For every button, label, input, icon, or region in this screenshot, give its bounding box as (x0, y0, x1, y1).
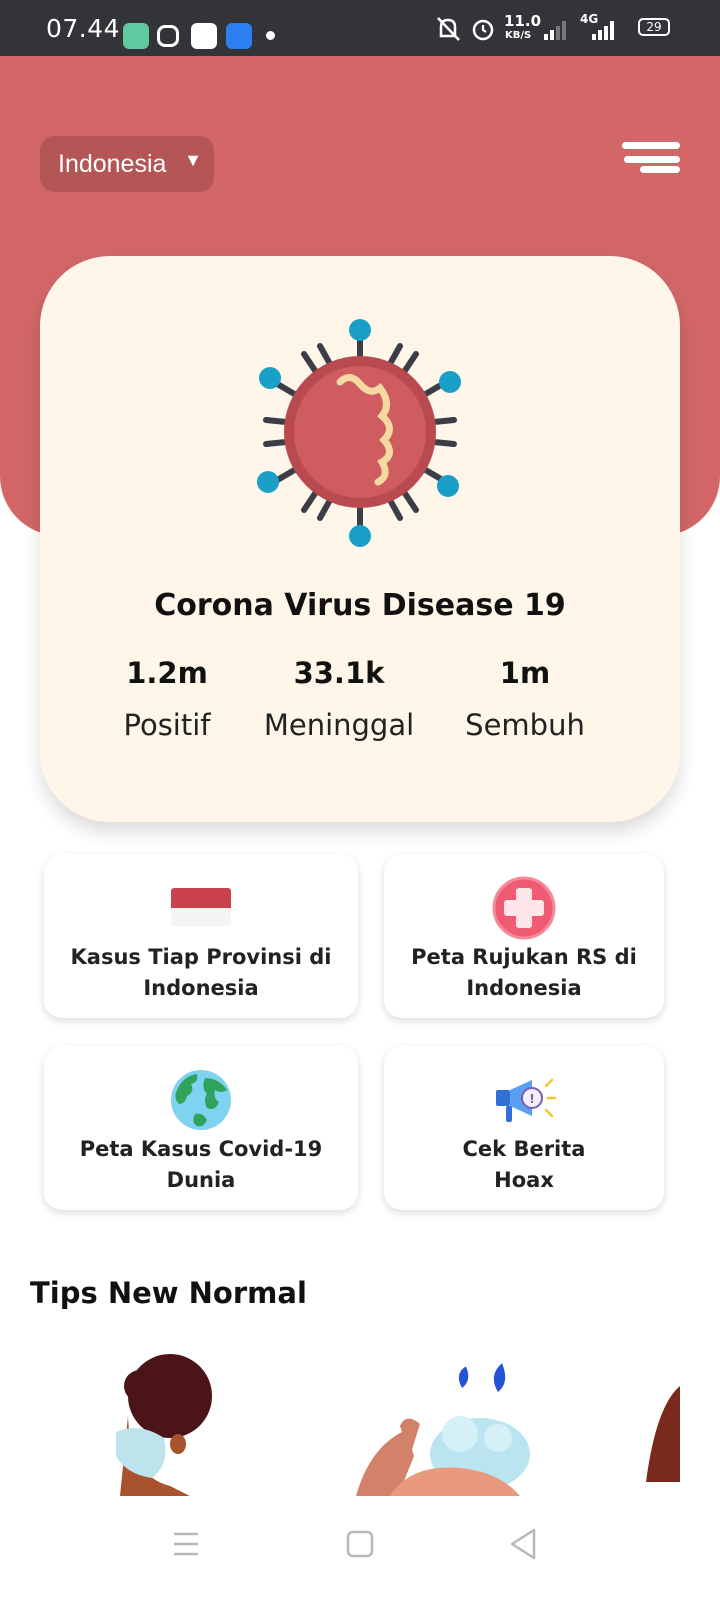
stat-positive-label: Positif (123, 708, 211, 742)
card-title: Corona Virus Disease 19 (154, 588, 566, 623)
tile-line-1: Peta Rujukan RS di (411, 945, 637, 969)
medical-cross-icon (492, 876, 556, 940)
stat-deaths-value: 33.1k (293, 656, 385, 690)
megaphone-icon: ! (496, 1078, 556, 1122)
tile-line-2: Indonesia (143, 976, 259, 1000)
alarm-icon (472, 19, 494, 41)
tile-world-map[interactable]: Peta Kasus Covid-19 Dunia (44, 1046, 358, 1210)
globe-icon (171, 1070, 231, 1130)
tile-hospital-map[interactable]: Peta Rujukan RS di Indonesia (384, 854, 664, 1018)
recent-apps-icon[interactable] (166, 1524, 206, 1564)
tile-line-1: Peta Kasus Covid-19 (79, 1137, 323, 1161)
next-tip-illustration-icon[interactable] (646, 1346, 686, 1496)
battery-level: 29 (646, 20, 662, 34)
tile-line-1: Cek Berita (462, 1137, 586, 1161)
tile-line-1: Kasus Tiap Provinsi di (70, 945, 332, 969)
menu-line-middle (624, 156, 680, 163)
app-notification-icon (191, 23, 217, 49)
mute-icon (437, 17, 460, 41)
stat-positive: 1.2m Positif (102, 656, 232, 742)
tile-line-2: Indonesia (466, 976, 582, 1000)
svg-text:!: ! (529, 1092, 534, 1106)
android-icon (226, 23, 252, 49)
more-notifications-dot-icon (266, 31, 275, 40)
summary-card: Corona Virus Disease 19 1.2m Positif 33.… (40, 256, 680, 822)
tile-world-map-label: Peta Kasus Covid-19 Dunia (44, 1134, 358, 1196)
net-speed-value: 11.0 (504, 12, 542, 30)
tile-line-2: Dunia (166, 1168, 236, 1192)
status-indicators: 11.0 KB/S 4G 29 (430, 12, 720, 44)
tile-hospital-map-label: Peta Rujukan RS di Indonesia (384, 942, 664, 1004)
stat-recovered-value: 1m (499, 656, 551, 690)
chevron-down-icon: ▼ (184, 150, 202, 170)
tile-province-cases[interactable]: Kasus Tiap Provinsi di Indonesia (44, 854, 358, 1018)
battery-icon: 29 (638, 18, 670, 36)
system-nav-bar (0, 1496, 720, 1600)
signal-1-icon (544, 21, 566, 40)
instagram-icon (157, 25, 179, 47)
country-select[interactable]: Indonesia ▼ (40, 136, 214, 192)
tile-line-2: Hoax (494, 1168, 554, 1192)
tips-section-title: Tips New Normal (30, 1276, 307, 1310)
status-time: 07.44 (46, 14, 121, 43)
indonesia-flag-icon (171, 888, 231, 926)
virus-illustration-icon (257, 319, 461, 547)
gallery-app-icon (123, 23, 149, 49)
tile-hoax-check[interactable]: ! Cek Berita Hoax (384, 1046, 664, 1210)
stat-deaths-label: Meninggal (263, 708, 415, 742)
stat-recovered-label: Sembuh (465, 708, 585, 742)
status-bar: 07.44 11.0 KB/S 4G 29 (0, 0, 720, 56)
tips-carousel[interactable] (0, 1346, 720, 1496)
menu-line-bottom (640, 166, 680, 173)
menu-button[interactable] (618, 142, 680, 182)
mask-person-illustration-icon[interactable] (100, 1346, 230, 1496)
menu-line-top (622, 142, 680, 149)
tile-province-cases-label: Kasus Tiap Provinsi di Indonesia (44, 942, 358, 1004)
hand-washing-illustration-icon[interactable] (350, 1346, 540, 1496)
home-icon[interactable] (340, 1524, 380, 1564)
signal-2-icon (592, 21, 614, 40)
country-select-value: Indonesia (58, 149, 167, 178)
tile-hoax-check-label: Cek Berita Hoax (384, 1134, 664, 1196)
stat-deaths: 33.1k Meninggal (256, 656, 422, 742)
stat-positive-value: 1.2m (126, 656, 208, 690)
back-icon[interactable] (504, 1524, 544, 1564)
stat-recovered: 1m Sembuh (450, 656, 600, 742)
net-speed-unit: KB/S (505, 30, 532, 41)
